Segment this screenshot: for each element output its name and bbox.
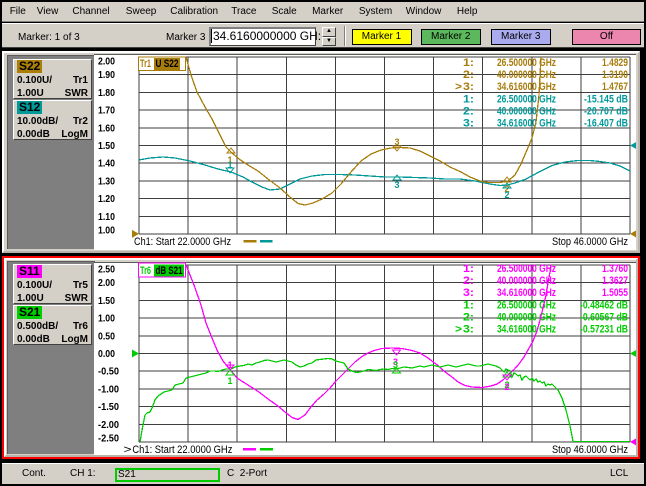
svg-text:1.20: 1.20 bbox=[98, 194, 115, 205]
svg-text:U S22: U S22 bbox=[156, 58, 179, 70]
svg-text:1.4829: 1.4829 bbox=[602, 57, 628, 69]
svg-text:Tr1: Tr1 bbox=[140, 58, 151, 70]
svg-text:3:: 3: bbox=[463, 118, 474, 130]
svg-text:1.00: 1.00 bbox=[98, 226, 115, 237]
svg-text:2:: 2: bbox=[463, 312, 474, 324]
svg-text:Tr6: Tr6 bbox=[140, 265, 151, 277]
svg-text:1:: 1: bbox=[463, 299, 474, 311]
svg-text:-1.50: -1.50 bbox=[98, 402, 119, 413]
svg-text:40.000000 GHz: 40.000000 GHz bbox=[497, 106, 556, 118]
svg-text:1.90: 1.90 bbox=[98, 70, 115, 81]
svg-text:2: 2 bbox=[505, 190, 510, 200]
svg-text:34.616000 GHz: 34.616000 GHz bbox=[497, 118, 556, 130]
svg-text:Ch1: Start 22.0000 GHz: Ch1: Start 22.0000 GHz bbox=[134, 236, 231, 248]
svg-text:1.50: 1.50 bbox=[98, 296, 115, 307]
svg-text:1.80: 1.80 bbox=[98, 88, 115, 99]
svg-text:26.500000 GHz: 26.500000 GHz bbox=[497, 93, 556, 105]
svg-text:-20.707 dB: -20.707 dB bbox=[584, 106, 628, 118]
svg-text:-15.145 dB: -15.145 dB bbox=[584, 93, 628, 105]
svg-text:26.500000 GHz: 26.500000 GHz bbox=[497, 57, 556, 69]
svg-text:2:: 2: bbox=[463, 69, 474, 81]
svg-text:1.40: 1.40 bbox=[98, 159, 115, 170]
svg-text:1: 1 bbox=[228, 376, 233, 386]
svg-text:26.500000 GHz: 26.500000 GHz bbox=[497, 299, 556, 311]
svg-text:Stop 46.0000 GHz: Stop 46.0000 GHz bbox=[552, 236, 628, 248]
svg-text:26.500000 GHz: 26.500000 GHz bbox=[497, 263, 556, 275]
svg-text:1.30: 1.30 bbox=[98, 176, 115, 187]
svg-text:>: > bbox=[455, 324, 462, 336]
svg-text:-1.00: -1.00 bbox=[98, 384, 119, 395]
svg-text:2: 2 bbox=[505, 382, 510, 392]
svg-text:34.616000 GHz: 34.616000 GHz bbox=[497, 81, 556, 93]
svg-text:3:: 3: bbox=[463, 81, 474, 93]
svg-text:>: > bbox=[455, 81, 462, 93]
svg-text:Stop 46.0000 GHz: Stop 46.0000 GHz bbox=[552, 444, 628, 455]
svg-text:1:: 1: bbox=[463, 263, 474, 275]
svg-text:40.000000 GHz: 40.000000 GHz bbox=[497, 69, 556, 81]
svg-text:-16.407 dB: -16.407 dB bbox=[584, 118, 628, 130]
svg-text:-0.48462 dB: -0.48462 dB bbox=[580, 299, 628, 311]
svg-text:>: > bbox=[124, 444, 132, 455]
svg-text:1.3190: 1.3190 bbox=[602, 69, 628, 81]
svg-text:2.00: 2.00 bbox=[98, 278, 115, 289]
svg-text:2.00: 2.00 bbox=[98, 57, 115, 68]
svg-text:1:: 1: bbox=[463, 57, 474, 69]
svg-text:2:: 2: bbox=[463, 106, 474, 118]
svg-text:Ch1: Start 22.0000 GHz: Ch1: Start 22.0000 GHz bbox=[132, 444, 232, 455]
svg-text:-0.60567 dB: -0.60567 dB bbox=[580, 312, 628, 324]
svg-text:1.10: 1.10 bbox=[98, 212, 115, 223]
svg-text:2.50: 2.50 bbox=[98, 265, 115, 276]
svg-text:0.50: 0.50 bbox=[98, 331, 115, 342]
svg-text:1.50: 1.50 bbox=[98, 141, 115, 152]
svg-text:0.00: 0.00 bbox=[98, 349, 115, 360]
svg-text:3:: 3: bbox=[463, 287, 474, 299]
svg-text:-0.50: -0.50 bbox=[98, 367, 119, 378]
svg-text:1.70: 1.70 bbox=[98, 106, 115, 117]
svg-text:-2.50: -2.50 bbox=[98, 434, 119, 445]
svg-text:2:: 2: bbox=[463, 275, 474, 287]
svg-text:dB S21: dB S21 bbox=[156, 265, 183, 277]
svg-text:-2.00: -2.00 bbox=[98, 420, 119, 431]
svg-text:1.3760: 1.3760 bbox=[602, 263, 628, 275]
svg-text:1.5055: 1.5055 bbox=[602, 287, 628, 299]
svg-text:1:: 1: bbox=[463, 93, 474, 105]
svg-text:3:: 3: bbox=[463, 324, 474, 336]
svg-text:1.00: 1.00 bbox=[98, 314, 115, 325]
svg-text:34.616000 GHz: 34.616000 GHz bbox=[497, 324, 556, 336]
svg-text:-0.57231 dB: -0.57231 dB bbox=[580, 324, 628, 336]
svg-text:1.3627: 1.3627 bbox=[602, 275, 628, 287]
svg-text:1.4767: 1.4767 bbox=[602, 81, 628, 93]
svg-text:3: 3 bbox=[395, 180, 400, 190]
svg-text:40.000000 GHz: 40.000000 GHz bbox=[497, 312, 556, 324]
svg-text:1.60: 1.60 bbox=[98, 123, 115, 134]
